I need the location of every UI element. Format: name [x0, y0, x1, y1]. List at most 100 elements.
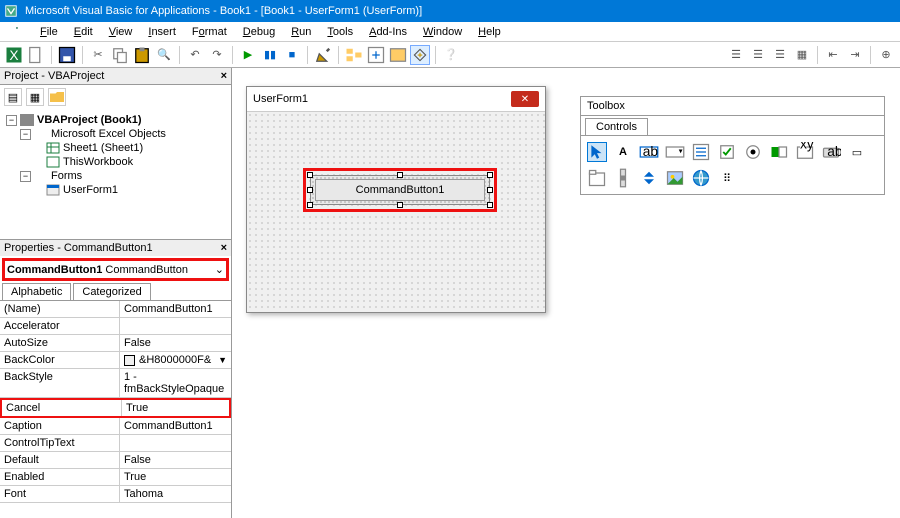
property-row[interactable]: CancelTrue: [0, 398, 231, 418]
resize-handle[interactable]: [307, 172, 313, 178]
resize-handle[interactable]: [397, 172, 403, 178]
tabstrip-tool-icon[interactable]: ▭: [847, 142, 867, 162]
property-row[interactable]: EnabledTrue: [0, 469, 231, 486]
scrollbar-tool-icon[interactable]: [613, 168, 633, 188]
folder-toggle-icon[interactable]: [48, 88, 66, 106]
indent-icon[interactable]: ⇤: [823, 45, 843, 65]
resize-handle[interactable]: [397, 202, 403, 208]
vba-app-icon: [4, 4, 20, 18]
tree-root[interactable]: − VBAProject (Book1): [6, 113, 225, 127]
property-row[interactable]: BackStyle1 - fmBackStyleOpaque: [0, 369, 231, 398]
combobox-tool-icon[interactable]: [665, 142, 685, 162]
togglebutton-tool-icon[interactable]: [769, 142, 789, 162]
property-row[interactable]: (Name)CommandButton1: [0, 301, 231, 318]
menu-insert[interactable]: Insert: [140, 23, 184, 41]
collapse-icon[interactable]: −: [20, 171, 31, 182]
userform-designer[interactable]: UserForm1 ✕ CommandButton1: [246, 86, 546, 313]
menu-format[interactable]: Format: [184, 23, 235, 41]
form-close-icon[interactable]: ✕: [511, 91, 539, 107]
svg-text:ab: ab: [827, 144, 841, 159]
insert-module-icon[interactable]: [26, 45, 46, 65]
view-object-icon[interactable]: ▦: [26, 88, 44, 106]
resize-handle[interactable]: [487, 172, 493, 178]
project-tree[interactable]: − VBAProject (Book1) − Microsoft Excel O…: [0, 109, 231, 239]
dropdown-icon[interactable]: ⌄: [215, 263, 224, 276]
resize-handle[interactable]: [487, 187, 493, 193]
dropdown-icon: ▼: [218, 355, 227, 365]
property-row[interactable]: BackColor&H8000000F&▼: [0, 352, 231, 369]
multipage-tool-icon[interactable]: [587, 168, 607, 188]
object-browser-icon[interactable]: [388, 45, 408, 65]
system-menu-icon[interactable]: [8, 24, 26, 40]
form-body[interactable]: CommandButton1: [247, 112, 545, 312]
properties-window-icon[interactable]: [366, 45, 386, 65]
menu-window[interactable]: Window: [415, 23, 470, 41]
property-row[interactable]: CaptionCommandButton1: [0, 418, 231, 435]
resize-handle[interactable]: [487, 202, 493, 208]
tab-alphabetic[interactable]: Alphabetic: [2, 283, 71, 300]
menu-run[interactable]: Run: [283, 23, 319, 41]
toolbox-window[interactable]: Toolbox Controls A ab xy ab ▭ ⠿: [580, 96, 885, 195]
property-row[interactable]: Accelerator: [0, 318, 231, 335]
textbox-tool-icon[interactable]: ab: [639, 142, 659, 162]
property-row[interactable]: ControlTipText: [0, 435, 231, 452]
align-center-icon[interactable]: ☰: [748, 45, 768, 65]
collapse-icon[interactable]: −: [6, 115, 17, 126]
tab-categorized[interactable]: Categorized: [73, 283, 150, 300]
menu-edit[interactable]: Edit: [66, 23, 101, 41]
align-right-icon[interactable]: ☰: [770, 45, 790, 65]
listbox-tool-icon[interactable]: [691, 142, 711, 162]
resize-handle[interactable]: [307, 202, 313, 208]
toolbox-tab-controls[interactable]: Controls: [585, 118, 648, 135]
property-row[interactable]: AutoSizeFalse: [0, 335, 231, 352]
menu-debug[interactable]: Debug: [235, 23, 283, 41]
checkbox-tool-icon[interactable]: [717, 142, 737, 162]
find-icon[interactable]: 🔍: [154, 45, 174, 65]
properties-close-icon[interactable]: ×: [221, 242, 227, 254]
save-icon[interactable]: [57, 45, 77, 65]
copy-icon[interactable]: [110, 45, 130, 65]
property-row[interactable]: DefaultFalse: [0, 452, 231, 469]
project-explorer-icon[interactable]: [344, 45, 364, 65]
zoom-icon[interactable]: ⊕: [876, 45, 896, 65]
label-tool-icon[interactable]: A: [613, 142, 633, 162]
form-titlebar[interactable]: UserForm1 ✕: [247, 87, 545, 112]
redo-icon[interactable]: ↷: [207, 45, 227, 65]
view-excel-icon[interactable]: X: [4, 45, 24, 65]
spinbutton-tool-icon[interactable]: [639, 168, 659, 188]
group-icon[interactable]: ▦: [792, 45, 812, 65]
resize-handle[interactable]: [307, 187, 313, 193]
collapse-icon[interactable]: −: [20, 129, 31, 140]
align-left-icon[interactable]: ☰: [726, 45, 746, 65]
refedit-tool-icon[interactable]: [691, 168, 711, 188]
paste-icon[interactable]: [132, 45, 152, 65]
title-bar: Microsoft Visual Basic for Applications …: [0, 0, 900, 22]
frame-tool-icon[interactable]: xy: [795, 142, 815, 162]
image-tool-icon[interactable]: [665, 168, 685, 188]
run-icon[interactable]: ▶: [238, 45, 258, 65]
property-row[interactable]: FontTahoma: [0, 486, 231, 503]
design-mode-icon[interactable]: [313, 45, 333, 65]
command-button-control[interactable]: CommandButton1: [310, 175, 490, 205]
cut-icon[interactable]: ✂: [88, 45, 108, 65]
help-icon[interactable]: ❔: [441, 45, 461, 65]
menu-tools[interactable]: Tools: [319, 23, 361, 41]
menu-help[interactable]: Help: [470, 23, 509, 41]
commandbutton-tool-icon[interactable]: ab: [821, 142, 841, 162]
pointer-tool-icon[interactable]: [587, 142, 607, 162]
menu-file[interactable]: File: [32, 23, 66, 41]
optionbutton-tool-icon[interactable]: [743, 142, 763, 162]
view-code-icon[interactable]: ▤: [4, 88, 22, 106]
menu-addins[interactable]: Add-Ins: [361, 23, 415, 41]
menu-view[interactable]: View: [101, 23, 141, 41]
object-selector[interactable]: CommandButton1 CommandButton ⌄: [2, 258, 229, 281]
toolbox-header[interactable]: Toolbox: [581, 97, 884, 116]
project-close-icon[interactable]: ×: [221, 70, 227, 82]
more-tools-icon[interactable]: ⠿: [717, 168, 737, 188]
reset-icon[interactable]: ■: [282, 45, 302, 65]
toolbox-icon[interactable]: [410, 45, 430, 65]
break-icon[interactable]: ▮▮: [260, 45, 280, 65]
outdent-icon[interactable]: ⇥: [845, 45, 865, 65]
undo-icon[interactable]: ↶: [185, 45, 205, 65]
property-grid[interactable]: (Name)CommandButton1AcceleratorAutoSizeF…: [0, 301, 231, 518]
